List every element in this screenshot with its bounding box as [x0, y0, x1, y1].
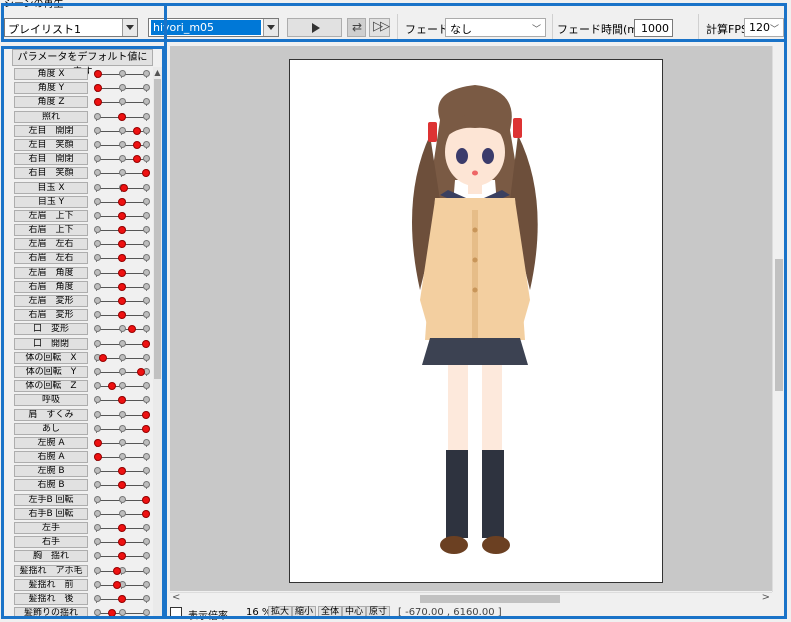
chevron-left-icon[interactable]: < — [172, 592, 180, 603]
chevron-right-icon[interactable]: > — [762, 592, 770, 603]
scale-checkbox[interactable] — [170, 607, 182, 619]
viewport-vertical-scrollbar[interactable] — [772, 46, 784, 592]
center-button[interactable]: 中心 — [342, 606, 367, 619]
zoom-in-button[interactable]: 拡大 — [268, 606, 293, 619]
scrollbar-thumb[interactable] — [420, 595, 560, 603]
scrollbar-thumb[interactable] — [775, 259, 783, 391]
view-status-bar: 表示倍率 16 % 拡大 縮小 全体 中心 原寸 [ -670.00 , 616… — [168, 606, 778, 620]
fit-all-button[interactable]: 全体 — [318, 606, 343, 619]
character-illustration — [412, 85, 538, 554]
model-canvas[interactable] — [289, 59, 663, 583]
highlight-frame — [1, 3, 787, 42]
scale-label: 表示倍率 — [188, 611, 228, 620]
zoom-out-button[interactable]: 縮小 — [292, 606, 317, 619]
viewport-horizontal-scrollbar[interactable]: < > — [170, 592, 772, 604]
highlight-frame — [1, 46, 165, 619]
actual-size-button[interactable]: 原寸 — [366, 606, 391, 619]
model-viewport[interactable] — [170, 46, 783, 591]
coordinate-readout: [ -670.00 , 6160.00 ] — [398, 607, 502, 618]
